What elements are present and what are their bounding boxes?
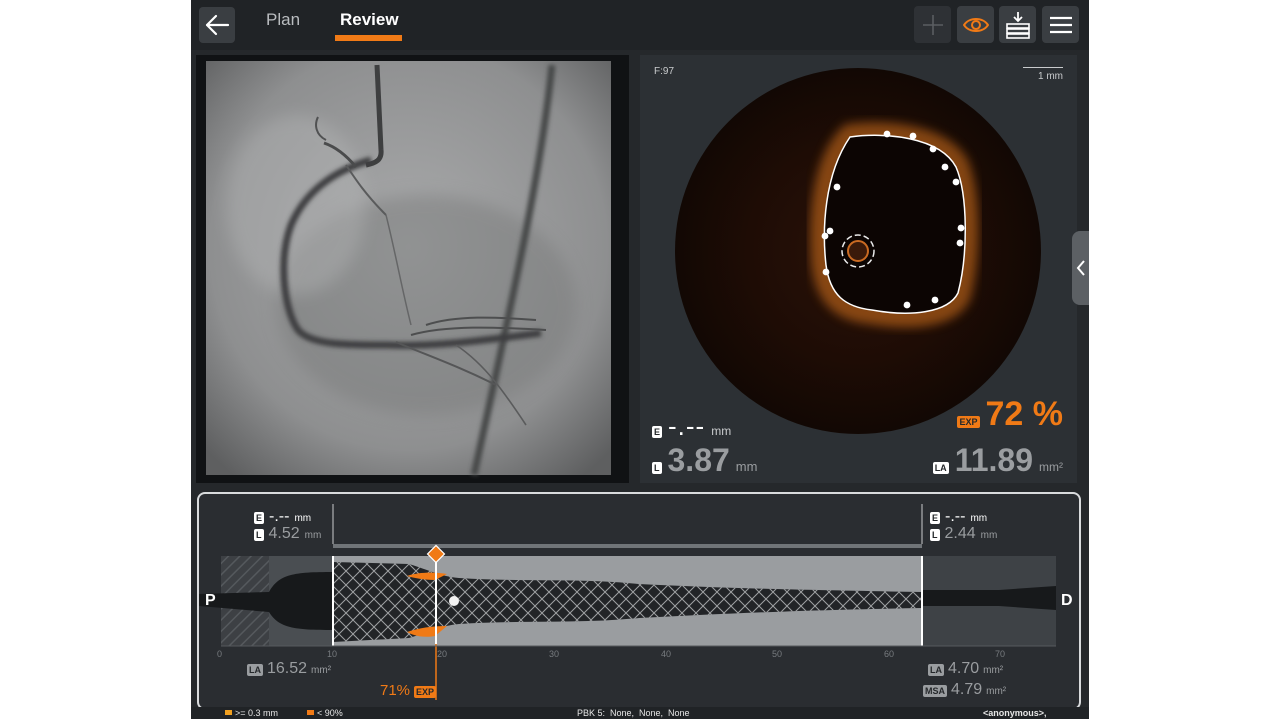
angiogram-view[interactable]: [196, 55, 629, 483]
msa-value: 4.79: [951, 681, 983, 698]
eye-icon: [962, 17, 989, 32]
length-value: 3.87: [667, 442, 730, 478]
eccentricity-readout: E -.-- mm: [652, 411, 731, 442]
axis-tick: 40: [661, 649, 672, 659]
add-button[interactable]: [914, 6, 951, 43]
legend-label-expansion: < 90%: [317, 708, 343, 718]
left-la-readout: LA 16.52 mm²: [247, 660, 331, 678]
lumen-area-readout: LA 11.89 mm²: [932, 442, 1063, 479]
back-button[interactable]: [199, 7, 235, 43]
side-panel-toggle[interactable]: [1072, 231, 1089, 305]
legend-label-distance: >= 0.3 mm: [235, 708, 279, 718]
axis-tick: 30: [549, 649, 560, 659]
expansion-readout: EXP 72 %: [957, 395, 1063, 434]
left-la-badge: LA: [247, 664, 263, 676]
right-la-badge: LA: [928, 664, 944, 676]
axis-tick: 0: [217, 649, 223, 659]
menu-icon: [1049, 16, 1072, 33]
axis-tick: 50: [772, 649, 783, 659]
user-label: <anonymous>,: [983, 708, 1047, 718]
chevron-left-icon: [1076, 260, 1085, 276]
right-la-value: 4.70: [948, 660, 980, 677]
eccentricity-unit: mm: [711, 424, 732, 438]
longitudinal-view[interactable]: E -.-- mm L 4.52 mm E -.-- mm L 2.44 mm: [197, 492, 1081, 710]
e-badge: E: [652, 426, 663, 438]
axis-tick: 10: [327, 649, 338, 659]
proximal-label: P: [205, 592, 216, 609]
length-unit: mm: [735, 459, 758, 474]
axis-tick: 70: [995, 649, 1006, 659]
active-tab-indicator: [335, 35, 402, 41]
left-la-unit: mm²: [311, 665, 332, 676]
expansion-value: 72 %: [985, 395, 1064, 433]
exp-badge: EXP: [957, 416, 980, 428]
export-button[interactable]: [999, 6, 1036, 43]
left-la-value: 16.52: [267, 660, 308, 677]
download-stack-icon: [1005, 11, 1030, 39]
visibility-button[interactable]: [957, 6, 994, 43]
msa-badge: MSA: [923, 685, 947, 697]
cursor-exp-value: 71%: [380, 682, 411, 699]
cursor-exp-readout: 71% EXP: [380, 682, 437, 699]
axis-tick: 20: [437, 649, 448, 659]
oct-cross-section-view[interactable]: F:97 1 mm E -.-- mm L 3.87 mm EXP 72 % L…: [640, 55, 1077, 483]
right-la-unit: mm²: [983, 665, 1004, 676]
length-readout: L 3.87 mm: [652, 442, 757, 479]
app-window: Plan Review F:97 1 mm E -.-- mm L 3.87 m…: [191, 0, 1089, 719]
menu-button[interactable]: [1042, 6, 1079, 43]
cursor-exp-badge: EXP: [414, 686, 437, 698]
msa-unit: mm²: [986, 686, 1007, 697]
plus-icon: [922, 14, 943, 35]
eccentricity-value: -.--: [668, 411, 706, 441]
tab-plan[interactable]: Plan: [266, 10, 300, 30]
msa-readout: MSA 4.79 mm²: [923, 681, 1006, 699]
tab-review[interactable]: Review: [340, 10, 399, 30]
angiogram-image: [196, 55, 629, 483]
lumen-area-unit: mm²: [1039, 460, 1063, 474]
l-badge: L: [652, 462, 662, 474]
right-la-readout: LA 4.70 mm²: [928, 660, 1003, 678]
legend-swatch-orange: [307, 710, 314, 715]
legend-swatch-yellow: [225, 710, 232, 715]
status-text: PBK 5: None, None, None: [577, 708, 690, 718]
la-badge: LA: [932, 462, 949, 474]
lumen-area-value: 11.89: [954, 442, 1033, 478]
status-bar: >= 0.3 mm < 90% PBK 5: None, None, None …: [191, 707, 1089, 719]
top-bar: Plan Review: [191, 0, 1089, 50]
axis-tick: 60: [884, 649, 895, 659]
distal-label: D: [1061, 592, 1073, 609]
back-arrow-icon: [205, 14, 230, 36]
